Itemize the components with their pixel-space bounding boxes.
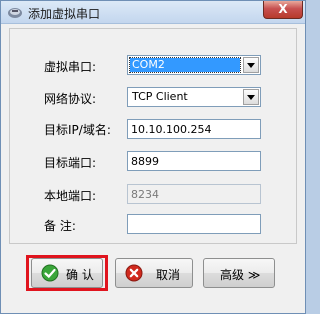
serial-port-app-icon [8, 8, 22, 18]
title-bar: 添加虚拟串口 X [1, 1, 305, 24]
ok-button-highlight [26, 255, 108, 291]
window-title: 添加虚拟串口 [28, 7, 101, 21]
chevron-down-icon [247, 95, 255, 100]
serial-port-value: COM2 [129, 57, 241, 73]
cancel-x-icon [125, 264, 143, 282]
add-virtual-serial-port-dialog: 添加虚拟串口 X 虚拟串口: COM2 网络协议: TCP Client 目标I… [0, 0, 306, 314]
serial-port-select[interactable]: COM2 [127, 55, 261, 75]
protocol-select[interactable]: TCP Client [127, 87, 261, 107]
note-input[interactable] [127, 214, 261, 234]
target-port-input[interactable] [127, 151, 261, 171]
cancel-button-label: 取消 [156, 268, 181, 282]
serial-port-dropdown-button[interactable] [243, 57, 259, 73]
close-button[interactable]: X [263, 1, 303, 19]
target-port-label: 目标端口: [44, 156, 97, 170]
local-port-label: 本地端口: [44, 189, 97, 203]
local-port-input [127, 184, 261, 204]
protocol-value: TCP Client [132, 90, 188, 103]
advanced-button-label: 高级 ≫ [220, 268, 261, 282]
target-ip-input[interactable] [127, 119, 261, 139]
close-icon: X [278, 2, 288, 16]
serial-port-label: 虚拟串口: [44, 60, 97, 74]
protocol-label: 网络协议: [44, 92, 97, 106]
note-label: 备 注: [44, 219, 76, 233]
protocol-dropdown-button[interactable] [243, 89, 259, 105]
target-ip-label: 目标IP/域名: [44, 123, 111, 137]
advanced-button[interactable]: 高级 ≫ [203, 258, 275, 288]
chevron-down-icon [247, 63, 255, 68]
cancel-button[interactable]: 取消 [115, 258, 193, 288]
